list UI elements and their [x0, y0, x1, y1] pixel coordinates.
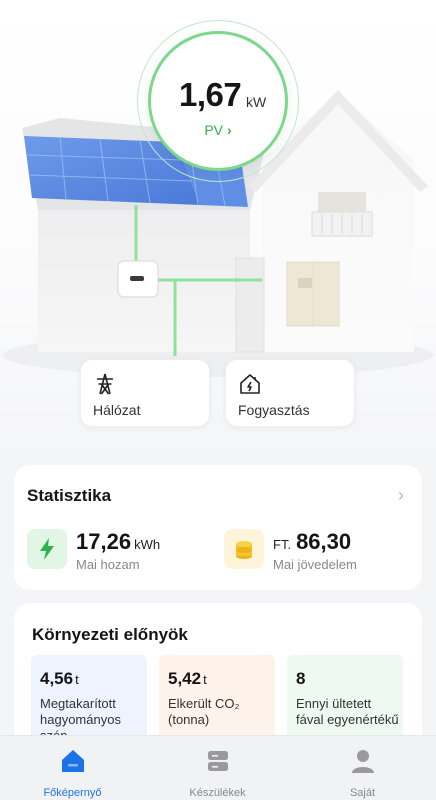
devices-icon [208, 751, 228, 771]
chevron-right-icon[interactable]: › [398, 485, 404, 506]
yield-unit: kWh [134, 537, 161, 552]
tab-profile-label: Saját [349, 787, 376, 799]
income-label: Mai jövedelem [273, 557, 357, 572]
income-value: FT. 86,30 [273, 529, 352, 554]
power-value: 1,67 [179, 76, 242, 113]
tab-devices-label: Készülékek [189, 787, 246, 799]
environmental-title: Környezeti előnyök [32, 625, 188, 644]
trees-value: 8 [296, 669, 306, 688]
trees-desc: Ennyi ültetett fával egyenértékű [296, 696, 399, 727]
consumption-tile-label: Fogyasztás [238, 402, 310, 418]
home-icon [62, 750, 84, 772]
environmental-card[interactable]: Környezeti előnyök 4,56 t Megtakarított h… [14, 603, 422, 753]
coal-value: 4,56 t [40, 669, 79, 688]
yield-value: 17,26 kWh [76, 529, 161, 554]
income-currency: FT. [273, 537, 292, 552]
tab-devices[interactable]: Készülékek [145, 736, 290, 800]
grid-tile[interactable]: Hálózat [80, 359, 210, 427]
user-icon [352, 750, 374, 773]
co2-value: 5,42 t [168, 669, 207, 688]
power-readout[interactable]: 1,67 kW PV › [148, 31, 288, 171]
yield-label: Mai hozam [76, 557, 140, 572]
home-consumption-icon [240, 374, 260, 394]
chevron-right-icon: › [227, 122, 232, 138]
consumption-tile[interactable]: Fogyasztás [225, 359, 355, 427]
pv-label: PV [204, 122, 223, 138]
tab-home[interactable]: Főképernyő [0, 736, 145, 800]
statistics-title: Statisztika [27, 486, 112, 505]
grid-tile-label: Hálózat [93, 402, 141, 418]
bottom-tab-bar: Főképernyő Készülékek Saját [0, 735, 436, 800]
co2-desc: Elkerült CO₂ (tonna) [168, 696, 240, 727]
tab-home-label: Főképernyő [43, 787, 102, 799]
power-unit: kW [246, 94, 267, 110]
coins-icon [224, 529, 264, 569]
pv-link[interactable]: PV › [151, 122, 285, 138]
lightning-icon [27, 529, 67, 569]
power-tower-icon [97, 373, 113, 395]
statistics-card[interactable]: Statisztika › 17,26 kWh Mai hozam FT. 86,3… [14, 465, 422, 590]
tab-profile[interactable]: Saját [290, 736, 435, 800]
